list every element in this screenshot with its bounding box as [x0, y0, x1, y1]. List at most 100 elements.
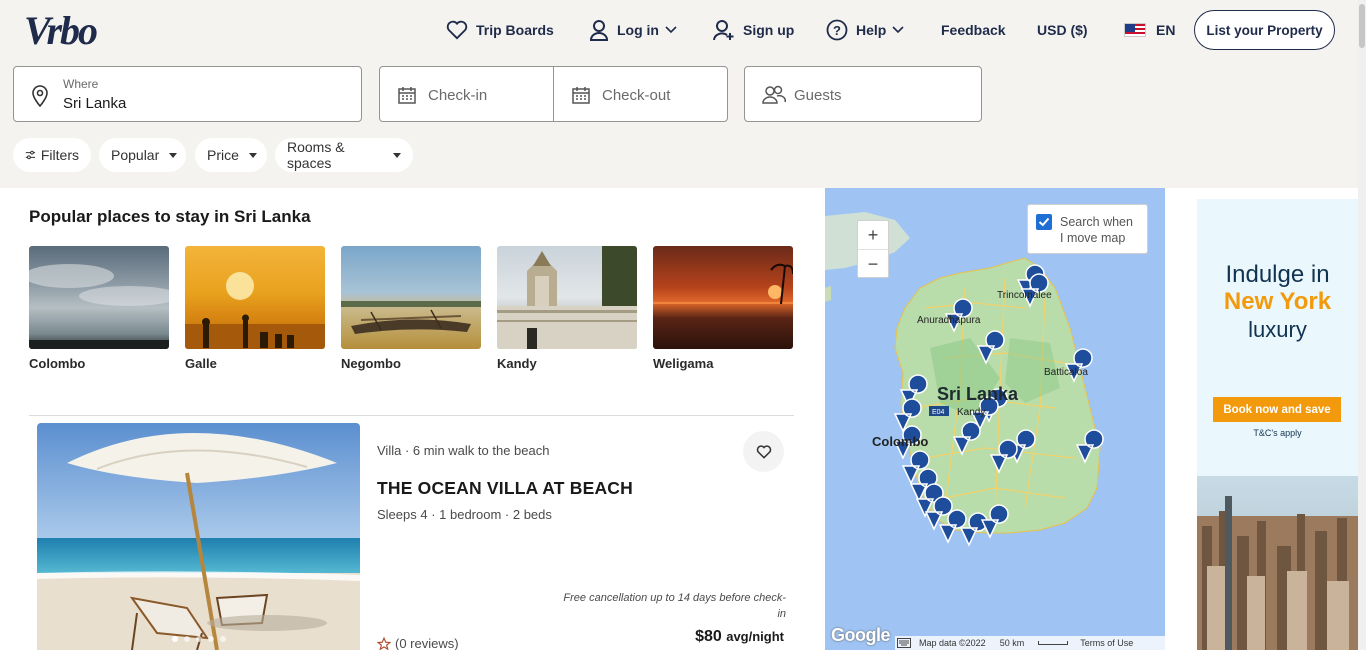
trip-boards-link[interactable]: Trip Boards: [446, 10, 554, 50]
map-scale-label[interactable]: 50 km: [1000, 638, 1025, 648]
reviews-count: (0 reviews): [395, 636, 459, 650]
search-when-line-2: I move map: [1060, 231, 1126, 245]
map-scale-bar: [1038, 641, 1069, 645]
check-out-field[interactable]: Check-out: [553, 66, 728, 122]
sliders-icon: [25, 150, 36, 160]
sign-up-link[interactable]: Sign up: [713, 10, 794, 50]
listing-photo[interactable]: [37, 423, 360, 650]
add-user-icon: [713, 20, 734, 41]
language-label: EN: [1156, 22, 1176, 38]
carousel-dot[interactable]: [196, 636, 202, 642]
road-label: E04: [932, 409, 945, 416]
svg-text:Vrbo: Vrbo: [24, 8, 97, 52]
page-scrollbar[interactable]: [1358, 0, 1366, 650]
map-attribution-bar: Map data ©2022 50 km Terms of Use: [895, 636, 1165, 650]
map-city-label: Kandy: [957, 407, 985, 418]
currency-selector[interactable]: USD ($): [1037, 10, 1088, 50]
photo-carousel-dots[interactable]: [172, 636, 226, 642]
search-when-map-moves-toggle[interactable]: Search when I move map: [1027, 204, 1148, 254]
check-out-placeholder: Check-out: [602, 87, 671, 104]
place-card-galle[interactable]: Galle: [185, 246, 325, 371]
caret-down-icon: [169, 152, 178, 158]
popular-label: Popular: [111, 147, 160, 163]
listing-reviews: (0 reviews): [377, 636, 459, 650]
ad-banner[interactable]: Indulge in New York luxury Book now and …: [1197, 199, 1358, 650]
popular-filter-chip[interactable]: Popular: [99, 138, 186, 172]
help-label: Help: [856, 22, 887, 38]
price-filter-chip[interactable]: Price: [195, 138, 267, 172]
rooms-spaces-filter-chip[interactable]: Rooms & spaces: [275, 138, 413, 172]
map-country-label: Sri Lanka: [937, 384, 1019, 404]
currency-label: USD ($): [1037, 22, 1088, 38]
place-name: Kandy: [497, 356, 537, 371]
ad-book-now-button[interactable]: Book now and save: [1213, 397, 1341, 422]
heart-icon: [756, 444, 771, 459]
rooms-spaces-label: Rooms & spaces: [287, 139, 345, 171]
checkmark-icon: [1038, 217, 1050, 227]
ad-line-1: Indulge in: [1225, 261, 1330, 288]
help-menu[interactable]: ? Help: [826, 10, 904, 50]
zoom-in-button[interactable]: +: [858, 221, 888, 250]
ad-line-3: luxury: [1248, 317, 1307, 342]
carousel-dot[interactable]: [220, 636, 226, 642]
keyboard-icon[interactable]: [897, 638, 911, 648]
vrbo-logo[interactable]: Vrbo: [22, 8, 146, 52]
map-terms-link[interactable]: Terms of Use: [1080, 638, 1133, 648]
svg-text:?: ?: [833, 23, 841, 38]
where-label: Where: [63, 77, 99, 91]
where-field[interactable]: Where Sri Lanka: [13, 66, 362, 122]
popular-places-title: Popular places to stay in Sri Lanka: [29, 207, 311, 226]
caret-down-icon: [248, 152, 257, 158]
language-selector[interactable]: EN: [1124, 10, 1175, 50]
star-icon: [377, 636, 391, 650]
chevron-down-icon: [665, 26, 677, 34]
trip-boards-label: Trip Boards: [476, 22, 554, 38]
location-pin-icon: [32, 85, 48, 107]
listing-price: $80 avg/night: [640, 628, 784, 646]
map-city-label: Trincomalee: [997, 290, 1052, 301]
zoom-out-button[interactable]: −: [858, 250, 888, 279]
heart-icon: [446, 20, 468, 40]
galle-photo: [185, 246, 325, 349]
ad-terms: T&C's apply: [1253, 428, 1302, 438]
search-when-checkbox[interactable]: [1036, 214, 1052, 230]
us-flag-icon: [1124, 23, 1146, 37]
map-city-label: Batticaloa: [1044, 367, 1088, 378]
guests-placeholder: Guests: [794, 87, 842, 104]
place-name: Galle: [185, 356, 217, 371]
feedback-label: Feedback: [941, 22, 1006, 38]
list-your-property-button[interactable]: List your Property: [1194, 10, 1335, 50]
colombo-photo: [29, 246, 169, 349]
place-card-colombo[interactable]: Colombo: [29, 246, 169, 371]
save-to-trip-board-button[interactable]: [743, 431, 784, 472]
price-label: Price: [207, 147, 239, 163]
place-name: Weligama: [653, 356, 714, 371]
help-icon: ?: [826, 19, 848, 41]
scrollbar-thumb[interactable]: [1359, 4, 1365, 48]
ad-city-photo: [1197, 476, 1358, 650]
filters-label: Filters: [40, 147, 79, 163]
listing-title[interactable]: THE OCEAN VILLA AT BEACH: [377, 478, 633, 499]
place-card-weligama[interactable]: Weligama: [653, 246, 793, 371]
search-when-line-1: Search when: [1060, 215, 1133, 229]
log-in-label: Log in: [617, 22, 659, 38]
filters-button[interactable]: Filters: [13, 138, 91, 172]
carousel-dot[interactable]: [172, 636, 178, 642]
check-in-field[interactable]: Check-in: [379, 66, 554, 122]
user-icon: [589, 20, 609, 41]
price-unit: avg/night: [726, 629, 784, 644]
feedback-link[interactable]: Feedback: [941, 10, 1006, 50]
place-card-kandy[interactable]: Kandy: [497, 246, 637, 371]
google-logo[interactable]: Google: [831, 625, 891, 646]
place-card-negombo[interactable]: Negombo: [341, 246, 481, 371]
map-zoom-controls[interactable]: + −: [857, 220, 889, 278]
listing-type: Villa · 6 min walk to the beach: [377, 443, 550, 458]
map-data-label[interactable]: Map data ©2022: [919, 638, 986, 648]
log-in-menu[interactable]: Log in: [589, 10, 677, 50]
carousel-dot[interactable]: [184, 636, 190, 642]
calendar-icon: [572, 87, 590, 104]
free-cancellation-note: Free cancellation up to 14 days before c…: [563, 592, 786, 620]
weligama-photo: [653, 246, 793, 349]
carousel-dot[interactable]: [208, 636, 214, 642]
guests-field[interactable]: Guests: [744, 66, 982, 122]
